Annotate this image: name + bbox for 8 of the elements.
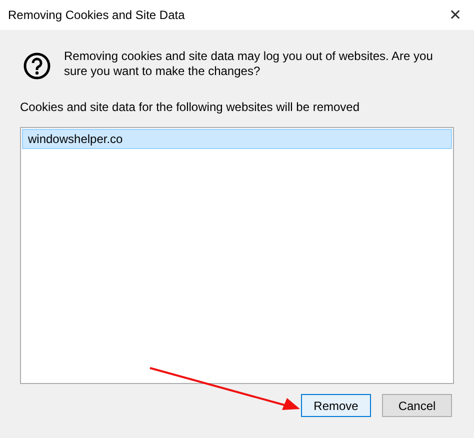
cancel-button[interactable]: Cancel	[382, 394, 452, 417]
question-icon	[23, 52, 51, 80]
list-label: Cookies and site data for the following websites will be removed	[20, 100, 361, 115]
remove-button[interactable]: Remove	[301, 394, 371, 417]
window-title: Removing Cookies and Site Data	[8, 7, 185, 24]
warning-message: Removing cookies and site data may log you out of websites. Are you sure you want to make the changes?	[64, 49, 434, 79]
site-item[interactable]: windowshelper.co	[22, 129, 452, 149]
close-button[interactable]: ✕	[449, 8, 462, 22]
